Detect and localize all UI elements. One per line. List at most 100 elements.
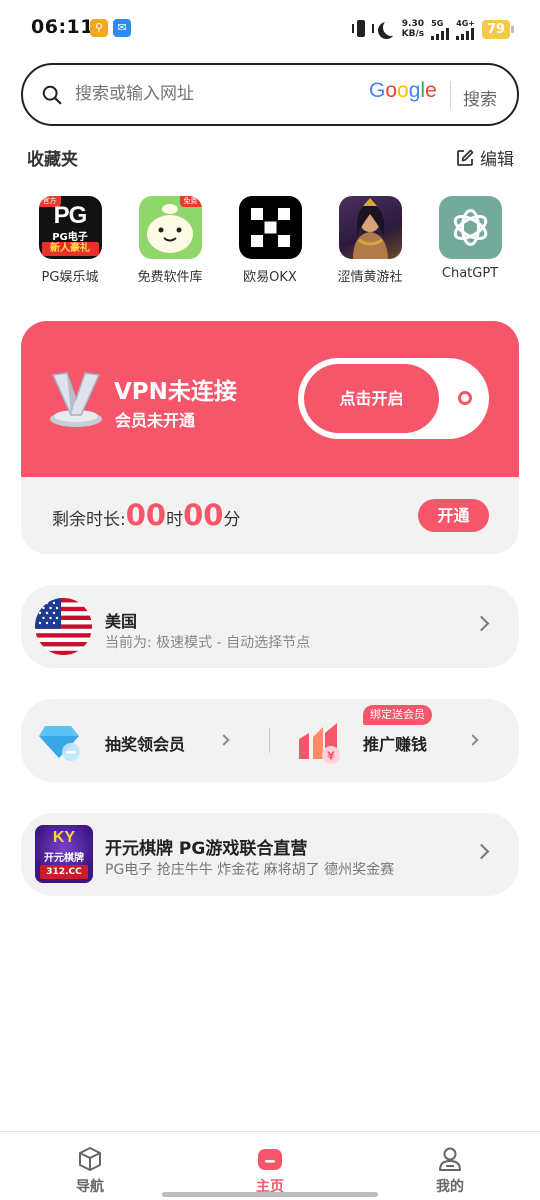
chatgpt-logo-icon (453, 209, 487, 246)
diamond-gem-icon[interactable] (39, 722, 85, 762)
pg-app-icon: 官方 PG PG电子 新人豪礼 (38, 196, 102, 259)
vpn-connect-button[interactable]: 点击开启 (304, 364, 439, 433)
hours-unit: 时 (166, 510, 184, 530)
character-avatar-icon (352, 198, 388, 259)
nav-tab-home[interactable]: 主页 (235, 1146, 305, 1196)
edit-label: 编辑 (480, 150, 514, 170)
status-time: 06:11 (31, 16, 94, 38)
signal-5g: 5G (431, 18, 450, 40)
server-location-selector[interactable]: 美国 当前为: 极速模式 - 自动选择节点 (21, 585, 519, 668)
game-club-app-icon (338, 196, 402, 259)
user-icon (439, 1147, 461, 1171)
pg-icon-promo: 新人豪礼 (41, 242, 99, 256)
favorite-free-software[interactable]: 免费 免费软件库 (121, 196, 219, 285)
edit-favorites-button[interactable]: 编辑 (456, 145, 514, 170)
promote-earn-link[interactable]: 推广赚钱 (363, 731, 427, 755)
kaiyuan-app-icon: KY 开元棋牌 312.CC (35, 825, 93, 883)
network-speed-unit: KB/s (401, 29, 425, 39)
search-input[interactable] (75, 84, 345, 104)
vibrate-icon (351, 18, 374, 40)
chevron-right-icon (473, 615, 490, 632)
lottery-membership-link[interactable]: 抽奖领会员 (105, 731, 185, 755)
pg-icon-logo: PG (53, 202, 88, 229)
home-indicator[interactable] (162, 1192, 378, 1197)
location-app-icon: ⚲ (90, 19, 108, 37)
server-mode-text: 当前为: 极速模式 - 自动选择节点 (105, 635, 311, 651)
google-logo-letter: G (369, 79, 386, 102)
favorite-game-club[interactable]: 涩情黄游社 (321, 196, 419, 285)
vpn-status-title: VPN未连接 (114, 379, 237, 405)
favorites-title: 收藏夹 (27, 150, 78, 170)
google-logo-letter: o (385, 79, 398, 102)
favorite-label: 免费软件库 (137, 270, 203, 285)
edit-icon (457, 149, 474, 166)
ad-title: 开元棋牌 PG游戏联合直营 (105, 839, 308, 859)
search-divider (450, 81, 451, 109)
google-logo-letter: e (425, 79, 437, 102)
search-bar[interactable]: Google 搜索 (21, 63, 519, 126)
remaining-time-label: 剩余时长: (52, 510, 126, 530)
nav-tab-navigation[interactable]: 导航 (55, 1146, 125, 1196)
favorite-pg[interactable]: 官方 PG PG电子 新人豪礼 PG娱乐城 (21, 196, 119, 285)
ad-subtitle: PG电子 抢庄牛牛 炸金花 麻将胡了 德州奖金赛 (105, 862, 395, 878)
ad-icon-logo: KY (52, 829, 76, 846)
favorite-chatgpt[interactable]: ChatGPT (421, 196, 519, 285)
mail-app-icon: ✉ (113, 19, 131, 37)
earn-money-icon[interactable]: ¥ (295, 719, 345, 765)
signal-4g: 4G+ (456, 19, 475, 40)
favorites-list: 官方 PG PG电子 新人豪礼 PG娱乐城 免费 免费软件库 欧易OKX 涩情黄… (21, 196, 519, 285)
battery-icon: 79 (482, 19, 514, 39)
network-speed-value: 9.30 (401, 19, 425, 29)
vpn-status-panel: VPN未连接 会员未开通 点击开启 (21, 321, 519, 477)
signal-bars-icon (456, 27, 475, 40)
promo-divider (269, 728, 270, 753)
promo-bonus-badge: 绑定送会员 (363, 705, 432, 725)
favorite-label: 涩情黄游社 (337, 270, 403, 285)
minutes-unit: 分 (223, 510, 241, 530)
toggle-off-indicator-icon (458, 391, 472, 405)
free-corner-badge: 免费 (179, 196, 202, 207)
search-icon (42, 85, 62, 105)
google-logo-letter: o (397, 79, 409, 102)
pg-icon-mid: PG电子 (52, 232, 88, 243)
status-bar: 06:11 ⚲ ✉ 9.30 KB/s 5G 4G+ 79 (0, 0, 540, 58)
nav-label: 我的 (436, 1179, 464, 1195)
us-flag-icon (35, 598, 92, 655)
favorite-label: ChatGPT (441, 266, 499, 281)
favorite-label: PG娱乐城 (41, 270, 99, 285)
free-software-app-icon: 免费 (138, 196, 202, 259)
promo-card: 抽奖领会员 ¥ 绑定送会员 推广赚钱 (21, 699, 519, 782)
cube-icon (79, 1147, 101, 1171)
favorite-okx[interactable]: 欧易OKX (221, 196, 319, 285)
search-button[interactable]: 搜索 (463, 85, 497, 110)
favorite-label: 欧易OKX (243, 270, 297, 285)
chevron-right-icon (473, 843, 490, 860)
vpn-connect-toggle[interactable]: 点击开启 (298, 358, 489, 439)
do-not-disturb-icon (383, 19, 400, 36)
google-logo[interactable]: Google (369, 79, 437, 103)
chevron-right-icon (467, 734, 479, 746)
home-icon (258, 1149, 282, 1170)
ad-icon-domain: 312.CC (40, 865, 88, 879)
server-country-name: 美国 (105, 612, 138, 631)
vpn-card: VPN未连接 会员未开通 点击开启 剩余时长: 00 时 00 分 开通 (21, 321, 519, 554)
vpn-membership-status: 会员未开通 (115, 411, 196, 430)
okx-logo-icon (250, 208, 290, 247)
chevron-right-icon (218, 734, 230, 746)
okx-app-icon (238, 196, 302, 259)
signal-bars-icon (431, 27, 450, 40)
network-speed: 9.30 KB/s (402, 19, 424, 39)
nav-label: 导航 (76, 1179, 104, 1195)
activate-membership-button[interactable]: 开通 (418, 499, 489, 532)
chatgpt-app-icon (438, 196, 502, 259)
signal-4g-label: 4G+ (456, 18, 475, 28)
remaining-time: 剩余时长: 00 时 00 分 (52, 498, 240, 532)
google-logo-letter: g (408, 79, 421, 102)
nav-tab-profile[interactable]: 我的 (415, 1146, 485, 1196)
signal-5g-label: 5G (431, 18, 444, 28)
ad-banner[interactable]: KY 开元棋牌 312.CC 开元棋牌 PG游戏联合直营 PG电子 抢庄牛牛 炸… (21, 813, 519, 896)
remaining-hours: 00 (125, 498, 167, 532)
yen-symbol: ¥ (327, 750, 335, 763)
vip-shield-icon (50, 372, 102, 427)
bottom-navigation: 导航 主页 我的 (0, 1131, 540, 1200)
